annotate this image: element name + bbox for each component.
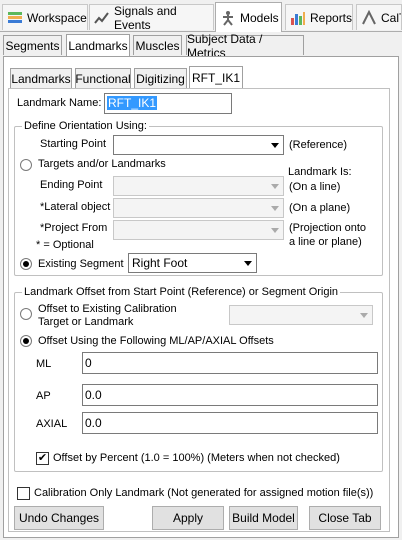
chevron-down-icon xyxy=(240,254,256,272)
landmark-name-label: Landmark Name: xyxy=(17,97,102,109)
tab-landmark-list[interactable]: Landmarks xyxy=(10,68,72,88)
workspace-icon xyxy=(7,10,23,26)
existing-segment-value: Right Foot xyxy=(132,256,188,270)
mlap-offset-radio[interactable] xyxy=(20,335,32,347)
apply-button[interactable]: Apply xyxy=(152,506,224,530)
tab-models-label: Models xyxy=(240,10,279,25)
tab-landmarks[interactable]: Landmarks xyxy=(66,34,130,56)
chevron-down-icon xyxy=(267,136,283,154)
tab-models[interactable]: Models xyxy=(215,2,282,32)
tab-segments-label: Segments xyxy=(5,38,60,53)
optional-note: * = Optional xyxy=(36,239,94,251)
chevron-down-icon xyxy=(267,199,283,217)
existing-segment-label: Existing Segment xyxy=(38,258,124,270)
tab-signals-events[interactable]: Signals and Events xyxy=(89,3,214,32)
tab-workspace-label: Workspace xyxy=(27,10,87,25)
lateral-object-select[interactable] xyxy=(113,198,284,218)
on-plane-note: (On a plane) xyxy=(289,202,351,214)
calibration-offset-radio[interactable] xyxy=(20,308,32,320)
calibration-offset-label-1: Offset to Existing Calibration xyxy=(38,303,177,315)
offset-percent-checkbox[interactable]: ✔ xyxy=(36,452,49,465)
lateral-object-label: *Lateral object xyxy=(40,201,111,213)
project-from-select[interactable] xyxy=(113,220,284,240)
existing-segment-radio[interactable] xyxy=(20,258,32,270)
landmark-name-input[interactable]: RFT_IK1 xyxy=(104,93,232,114)
apply-label: Apply xyxy=(172,511,204,525)
tab-subject-data[interactable]: Subject Data / Metrics xyxy=(186,32,304,60)
targets-label: Targets and/or Landmarks xyxy=(38,158,166,170)
chevron-down-icon xyxy=(267,221,283,239)
existing-segment-select[interactable]: Right Foot xyxy=(128,253,257,273)
landmark-name-value: RFT_IK1 xyxy=(107,96,158,110)
axial-input[interactable]: 0.0 xyxy=(82,412,378,434)
models-icon xyxy=(220,10,236,26)
reference-note: (Reference) xyxy=(289,139,348,151)
tab-calt-label: CalT xyxy=(381,10,401,25)
chevron-down-icon xyxy=(267,177,283,195)
landmark-is-label: Landmark Is: xyxy=(288,166,352,178)
ml-label: ML xyxy=(36,358,52,370)
tab-digitizing[interactable]: Digitizing xyxy=(134,68,187,88)
tab-muscles-label: Muscles xyxy=(135,38,180,53)
targets-radio[interactable] xyxy=(20,159,32,171)
build-model-label: Build Model xyxy=(232,511,295,525)
projection-note-line2: a line or plane) xyxy=(289,236,362,248)
signals-icon xyxy=(94,10,110,26)
calibration-offset-label-2: Target or Landmark xyxy=(38,316,134,328)
tab-reports-label: Reports xyxy=(310,10,353,25)
tab-signals-label: Signals and Events xyxy=(114,3,177,32)
ap-label: AP xyxy=(36,390,51,402)
check-icon: ✔ xyxy=(37,452,48,464)
undo-changes-label: Undo Changes xyxy=(18,511,100,525)
projection-note-line1: (Projection onto xyxy=(289,222,367,234)
axial-label: AXIAL xyxy=(36,418,68,430)
tab-calt[interactable]: CalT xyxy=(356,4,402,30)
offset-legend: Landmark Offset from Start Point (Refere… xyxy=(22,286,341,298)
ml-input[interactable]: 0 xyxy=(82,352,378,374)
mlap-offset-label: Offset Using the Following ML/AP/AXIAL O… xyxy=(38,335,274,347)
tab-rft-ik1[interactable]: RFT_IK1 xyxy=(189,66,243,88)
ap-input[interactable]: 0.0 xyxy=(82,384,378,406)
close-tab-button[interactable]: Close Tab xyxy=(309,506,381,530)
calt-icon xyxy=(361,9,377,26)
build-model-button[interactable]: Build Model xyxy=(229,506,298,530)
tab-functional[interactable]: Functional xyxy=(75,68,131,88)
tab-landmark-list-label: Landmarks xyxy=(11,71,71,86)
tab-landmarks-label: Landmarks xyxy=(68,38,128,53)
calibration-only-checkbox[interactable] xyxy=(17,487,30,500)
tab-functional-label: Functional xyxy=(75,71,131,86)
ending-point-label: Ending Point xyxy=(40,179,103,191)
undo-changes-button[interactable]: Undo Changes xyxy=(14,506,104,530)
tab-workspace[interactable]: Workspace xyxy=(2,4,88,30)
tab-reports[interactable]: Reports xyxy=(285,4,353,30)
chevron-down-icon xyxy=(356,306,372,324)
tab-segments[interactable]: Segments xyxy=(3,35,62,55)
ap-value: 0.0 xyxy=(85,388,102,402)
close-tab-label: Close Tab xyxy=(318,511,372,525)
offset-percent-label: Offset by Percent (1.0 = 100%) (Meters w… xyxy=(53,452,340,464)
tab-rft-ik1-label: RFT_IK1 xyxy=(191,70,240,85)
axial-value: 0.0 xyxy=(85,416,102,430)
ending-point-select[interactable] xyxy=(113,176,284,196)
project-from-label: *Project From xyxy=(40,222,108,234)
calibration-only-label: Calibration Only Landmark (Not generated… xyxy=(34,487,374,499)
tab-digitizing-label: Digitizing xyxy=(136,71,185,86)
tab-muscles[interactable]: Muscles xyxy=(133,35,182,55)
reports-icon xyxy=(290,10,306,26)
ml-value: 0 xyxy=(85,356,92,370)
starting-point-label: Starting Point xyxy=(40,138,107,150)
main-tab-bar: Workspace Signals and Events Models Repo… xyxy=(0,0,402,32)
starting-point-select[interactable] xyxy=(113,135,284,155)
orientation-legend: Define Orientation Using: xyxy=(22,120,149,132)
on-line-note: (On a line) xyxy=(289,181,341,193)
calibration-offset-select[interactable] xyxy=(229,305,373,325)
